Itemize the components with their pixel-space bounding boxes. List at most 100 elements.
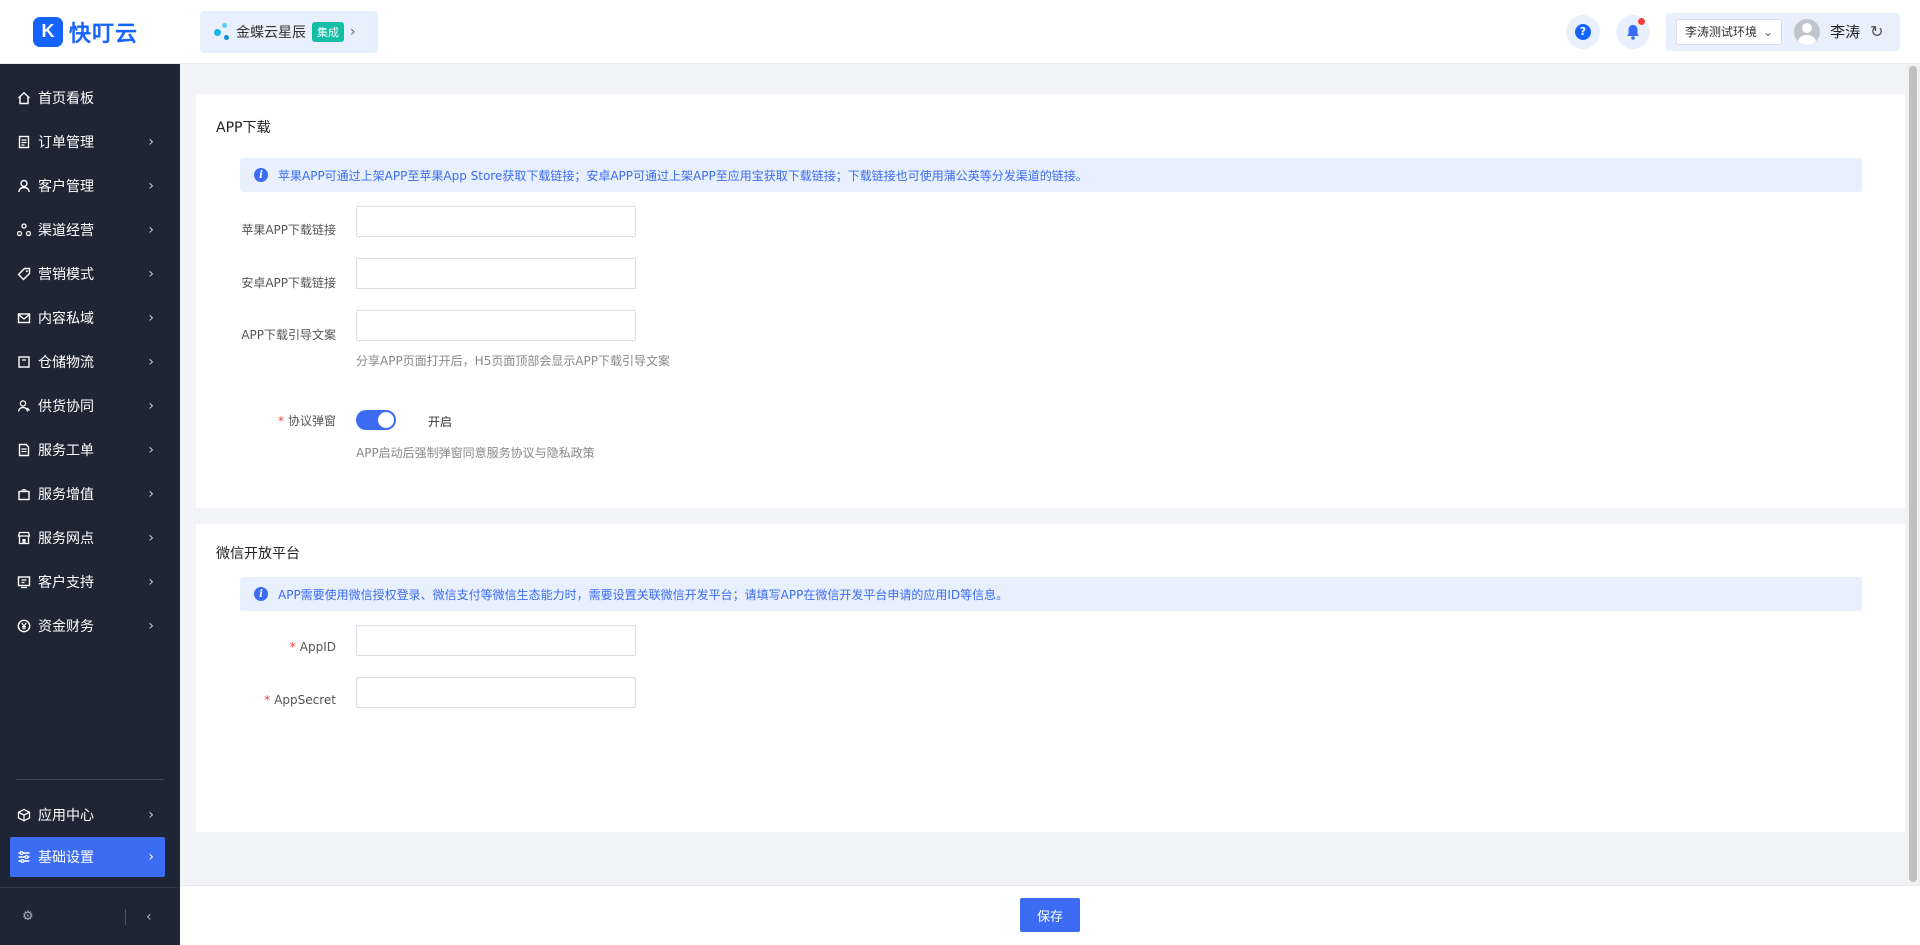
- required-mark: *: [277, 414, 284, 428]
- sidebar-item-channels[interactable]: 渠道经营 ›: [0, 208, 180, 252]
- ios-link-label: 苹果APP下载链接: [241, 223, 336, 237]
- info-text: 苹果APP可通过上架APP至苹果App Store获取下载链接；安卓APP可通过…: [278, 168, 1088, 183]
- sidebar-item-service-points[interactable]: 服务网点 ›: [0, 516, 180, 560]
- sidebar-divider: [16, 779, 164, 780]
- sidebar-item-value-added[interactable]: 服务增值 ›: [0, 472, 180, 516]
- appid-input[interactable]: [356, 625, 636, 656]
- agreement-popup-toggle[interactable]: [356, 410, 396, 430]
- sidebar-item-service-orders[interactable]: 服务工单 ›: [0, 428, 180, 472]
- sidebar-item-content[interactable]: 内容私域 ›: [0, 296, 180, 340]
- appsecret-input[interactable]: [356, 677, 636, 708]
- sidebar-item-label: 资金财务: [38, 619, 94, 635]
- sidebar-item-basic-settings[interactable]: 基础设置 ›: [10, 837, 165, 877]
- app-download-card: APP下载 i 苹果APP可通过上架APP至苹果App Store获取下载链接；…: [196, 94, 1905, 508]
- sidebar-item-finance[interactable]: 资金财务 ›: [0, 604, 180, 648]
- product-switcher[interactable]: 金蝶云星辰 集成 ›: [200, 10, 378, 53]
- sidebar-item-orders[interactable]: 订单管理 ›: [0, 120, 180, 164]
- sidebar-item-label: 服务工单: [38, 443, 94, 459]
- chevron-right-icon: ›: [148, 486, 154, 502]
- agreement-popup-label-text: 协议弹窗: [287, 414, 336, 428]
- info-icon: i: [254, 168, 268, 182]
- chevron-right-icon: ›: [148, 442, 154, 458]
- guide-text-hint: 分享APP页面打开后，H5页面顶部会显示APP下载引导文案: [356, 354, 671, 368]
- sidebar-bottom-nav: 应用中心 › 基础设置 ›: [0, 793, 180, 877]
- guide-text-input[interactable]: [356, 310, 636, 341]
- scrollbar-thumb[interactable]: [1909, 66, 1917, 882]
- appid-label: * AppID: [196, 640, 336, 654]
- ios-link-input[interactable]: [356, 206, 636, 237]
- product-name: 金蝶云星辰: [236, 24, 306, 41]
- user-name[interactable]: 李涛: [1830, 21, 1860, 42]
- info-icon: i: [254, 587, 268, 601]
- sidebar-item-label: 基础设置: [38, 850, 94, 866]
- sidebar-item-label: 订单管理: [38, 135, 94, 151]
- sidebar-item-label: 首页看板: [38, 91, 94, 107]
- avatar[interactable]: [1794, 18, 1821, 45]
- box-icon: [16, 354, 32, 370]
- sidebar-item-label: 服务网点: [38, 531, 94, 547]
- top-bar: K 快叮云 金蝶云星辰 集成 › ? 李涛测试环境 ⌄ 李涛 ↻: [0, 0, 1920, 64]
- main-content: APP下载 i 苹果APP可通过上架APP至苹果App Store获取下载链接；…: [180, 64, 1920, 945]
- android-link-input[interactable]: [356, 258, 636, 289]
- save-button[interactable]: 保存: [1020, 898, 1080, 932]
- yen-icon: [16, 618, 32, 634]
- appsecret-label: * AppSecret: [196, 693, 336, 707]
- notification-button[interactable]: [1616, 14, 1650, 49]
- chevron-right-icon: ›: [148, 807, 154, 823]
- agreement-popup-label: * 协议弹窗: [196, 412, 336, 429]
- sidebar: 首页看板 订单管理 › 客户管理 › 渠道经营 › 营销模式 › 内容私域 ›: [0, 64, 180, 945]
- sidebar-item-dashboard[interactable]: 首页看板: [0, 76, 180, 120]
- chevron-right-icon: ›: [148, 354, 154, 370]
- sidebar-item-label: 营销模式: [38, 267, 94, 283]
- chevron-right-icon: ›: [350, 23, 356, 40]
- channel-icon: [16, 222, 32, 238]
- sidebar-item-label: 应用中心: [38, 808, 94, 824]
- settings-gear-icon[interactable]: ⚙: [0, 909, 125, 924]
- agreement-popup-hint: APP启动后强制弹窗同意服务协议与隐私政策: [356, 446, 595, 460]
- environment-label: 李涛测试环境: [1685, 25, 1758, 39]
- sidebar-item-label: 内容私域: [38, 311, 94, 327]
- sidebar-item-label: 客户支持: [38, 575, 94, 591]
- logo-icon: K: [33, 16, 63, 47]
- sidebar-item-supply[interactable]: 供货协同 ›: [0, 384, 180, 428]
- agreement-popup-state: 开启: [428, 415, 453, 429]
- required-mark: *: [289, 640, 296, 654]
- environment-select[interactable]: 李涛测试环境 ⌄: [1676, 18, 1783, 45]
- appsecret-label-text: AppSecret: [274, 693, 336, 707]
- chevron-right-icon: ›: [148, 398, 154, 414]
- help-button[interactable]: ?: [1566, 14, 1600, 49]
- scrollbar[interactable]: [1906, 64, 1920, 884]
- chevron-right-icon: ›: [148, 178, 154, 194]
- product-logo-icon: [214, 21, 232, 43]
- doc-icon: [16, 442, 32, 458]
- sidebar-item-label: 供货协同: [38, 399, 94, 415]
- android-link-label: 安卓APP下载链接: [241, 276, 336, 290]
- tag-icon: [16, 266, 32, 282]
- mail-icon: [16, 310, 32, 326]
- appid-label-text: AppID: [299, 640, 336, 654]
- sidebar-item-app-center[interactable]: 应用中心 ›: [0, 793, 180, 837]
- support-icon: [16, 574, 32, 590]
- sidebar-item-support[interactable]: 客户支持 ›: [0, 560, 180, 604]
- refresh-icon[interactable]: ↻: [1870, 22, 1883, 41]
- sidebar-item-label: 服务增值: [38, 487, 94, 503]
- collapse-sidebar-icon[interactable]: ‹: [126, 909, 152, 925]
- chevron-right-icon: ›: [148, 849, 154, 865]
- chevron-right-icon: ›: [148, 310, 154, 326]
- chevron-down-icon: ⌄: [1763, 24, 1774, 39]
- section-title-app-download: APP下载: [216, 120, 271, 136]
- sidebar-nav: 首页看板 订单管理 › 客户管理 › 渠道经营 › 营销模式 › 内容私域 ›: [0, 64, 180, 648]
- sidebar-item-customers[interactable]: 客户管理 ›: [0, 164, 180, 208]
- info-text: APP需要使用微信授权登录、微信支付等微信生态能力时，需要设置关联微信开发平台；…: [278, 587, 1009, 602]
- info-banner-wechat: i APP需要使用微信授权登录、微信支付等微信生态能力时，需要设置关联微信开发平…: [240, 577, 1862, 611]
- logo[interactable]: K 快叮云: [0, 0, 180, 64]
- people-icon: [16, 398, 32, 414]
- sidebar-item-marketing[interactable]: 营销模式 ›: [0, 252, 180, 296]
- sidebar-item-label: 渠道经营: [38, 223, 94, 239]
- bell-icon: [1627, 24, 1639, 40]
- notification-dot: [1638, 17, 1645, 25]
- clipboard-icon: [16, 134, 32, 150]
- required-mark: *: [264, 693, 271, 707]
- section-title-wechat: 微信开放平台: [216, 546, 300, 562]
- sidebar-item-warehouse[interactable]: 仓储物流 ›: [0, 340, 180, 384]
